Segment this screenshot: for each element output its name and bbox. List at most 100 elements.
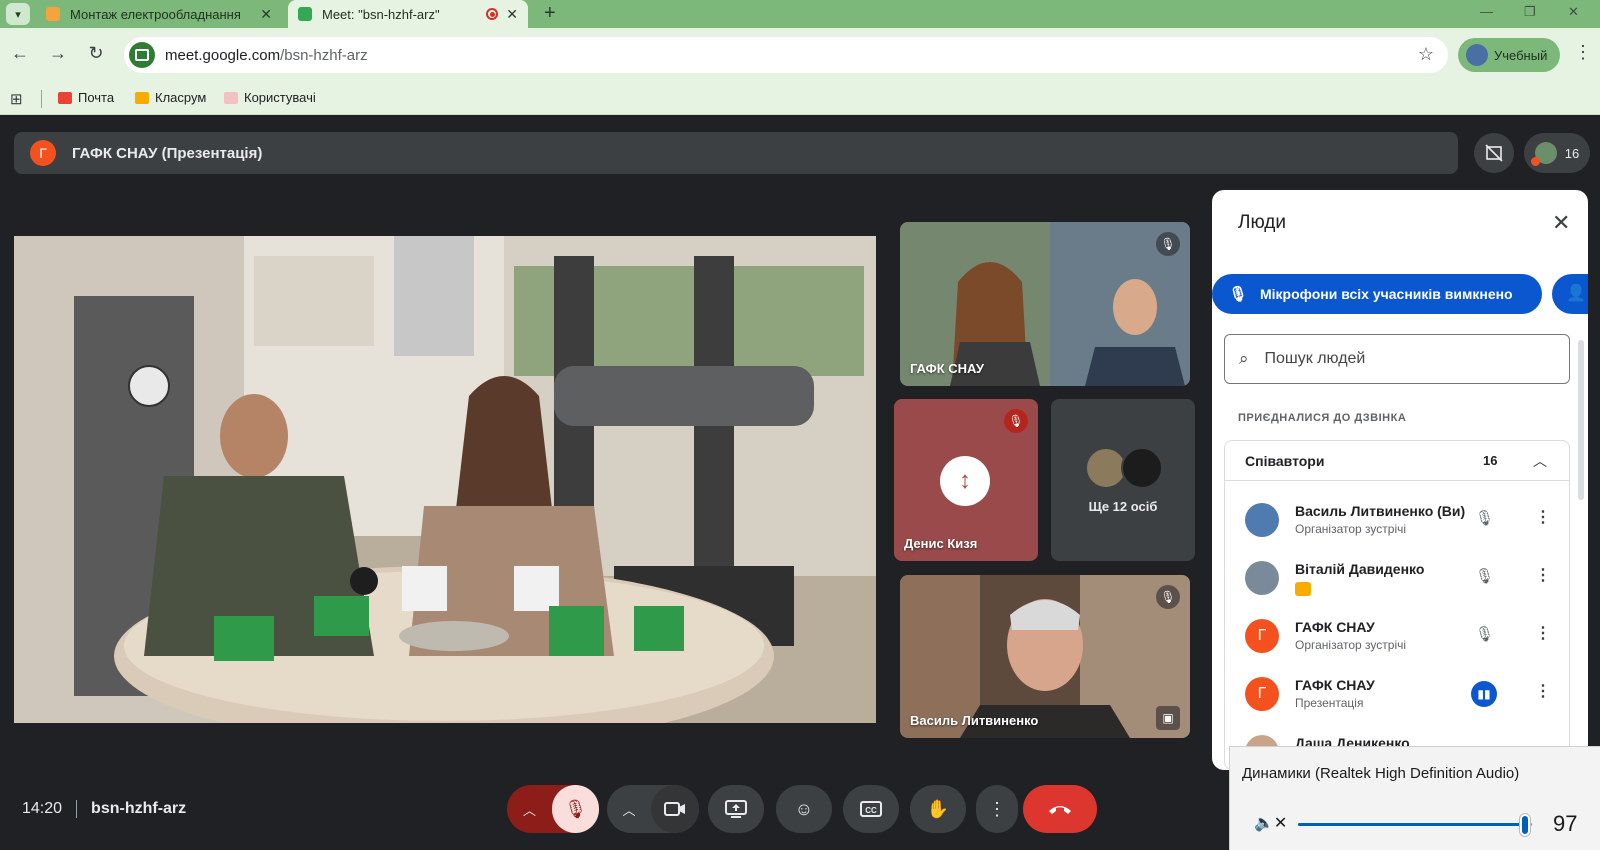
presentation-video [14,236,876,723]
present-screen-button[interactable] [708,785,764,833]
new-tab-button[interactable]: + [544,2,556,25]
browser-menu-icon[interactable]: ⋮ [1574,42,1592,63]
muted-mic-button[interactable]: 🎙 [552,785,599,833]
bookmark-klasrum[interactable]: Класрум [135,90,206,105]
restore-icon[interactable]: ❐ [1524,4,1536,20]
divider [76,800,78,818]
mic-options-chevron-icon[interactable]: ︿ [507,800,552,819]
meeting-time: 14:20 [22,800,63,817]
volume-value: 97 [1553,811,1578,836]
more-vert-icon: ⋮ [988,798,1006,819]
volume-flyout: Динамики (Realtek High Definition Audio)… [1229,746,1600,850]
volume-fill [1298,823,1525,826]
mute-all-button[interactable]: 🎙 Мікрофони всіх учасників вимкнено [1212,274,1542,314]
camera-control: ︿ [607,785,699,833]
address-bar[interactable]: meet.google.com/bsn-hzhf-arz ☆ [124,37,1448,73]
tab-strip: ▾ Монтаж електрообладнання ✕ Meet: "bsn-… [0,0,1600,28]
tile-vasyl[interactable]: 🎙 Василь Литвиненко ▣ [900,575,1190,738]
more-options-button[interactable]: ⋮ [976,785,1018,833]
scrollbar[interactable] [1578,340,1584,500]
back-icon[interactable]: ← [8,43,32,64]
more-options-icon[interactable]: ⋮ [1535,681,1551,701]
muted-mic-icon[interactable]: 🎙 [1475,625,1494,643]
meeting-code[interactable]: bsn-hzhf-arz [91,800,186,818]
profile-button[interactable]: Учебный [1458,38,1560,72]
tab-search-button[interactable]: ▾ [6,3,30,25]
avatar: ↕ [940,456,990,506]
hand-icon: ✋ [926,798,950,819]
tab-title: Meet: "bsn-hzhf-arz" [322,6,440,22]
close-icon[interactable]: ✕ [1552,210,1570,236]
tile-denys[interactable]: 🎙 ↕ Денис Кизя [894,399,1038,561]
panel-title: Люди [1238,212,1287,233]
camera-icon [664,802,685,816]
minimize-icon[interactable]: — [1480,4,1493,19]
presentation-banner: Г ГАФК СНАУ (Презентація) [14,132,1458,174]
captions-button[interactable]: CC [843,785,899,833]
section-header: ПРИЄДНАЛИСЯ ДО ДЗВІНКА [1238,412,1407,424]
more-options-icon[interactable]: ⋮ [1535,565,1551,585]
list-item[interactable]: Василь Литвиненко (Ви) Організатор зустр… [1225,491,1569,549]
reload-icon[interactable]: ↻ [84,43,108,64]
muted-mic-icon: 🎙 [1004,409,1028,433]
search-input[interactable]: ⌕ Пошук людей [1224,334,1570,384]
tab-meet[interactable]: Meet: "bsn-hzhf-arz" ✕ [288,0,528,28]
divider [41,90,42,108]
camera-button[interactable] [651,785,699,833]
close-tab-icon[interactable]: ✕ [260,6,272,23]
speaker-mute-icon[interactable]: 🔈✕ [1254,813,1287,833]
group-header[interactable]: Співавтори 16 ︿ [1225,441,1569,481]
presentation-title: ГАФК СНАУ (Презентація) [72,144,263,162]
close-tab-icon[interactable]: ✕ [506,6,518,23]
avatar [1530,142,1557,166]
volume-thumb[interactable] [1519,814,1530,836]
tile-gafk[interactable]: 🎙 ГАФК СНАУ [900,222,1190,386]
emoji-icon: ☺ [794,798,814,819]
tab-title: Монтаж електрообладнання [70,6,241,22]
search-placeholder: Пошук людей [1264,350,1366,367]
muted-mic-icon: 🎙 [1228,286,1248,303]
emoji-reaction-button[interactable]: ☺ [776,785,832,833]
muted-mic-icon: 🎙 [1156,585,1180,609]
chevron-up-icon[interactable]: ︿ [1533,451,1547,471]
participants-button[interactable]: 16 [1524,133,1590,173]
layout-off-button[interactable] [1474,133,1514,173]
list-item[interactable]: Г ГАФК СНАУ Організатор зустрічі 🎙 ⋮ [1225,607,1569,665]
site-info-icon[interactable] [129,42,155,68]
avatar: Г [1245,677,1279,711]
avatar: Г [1245,619,1279,653]
gmail-icon [58,91,72,104]
bookmark-star-icon[interactable]: ☆ [1418,44,1434,65]
profile-label: Учебный [1494,47,1548,63]
camera-options-chevron-icon[interactable]: ︿ [607,800,651,819]
grouped-avatars [1085,447,1169,491]
bookmarks-bar: ⊞ Почта Класрум Користувачі [0,82,1600,115]
list-item[interactable]: Віталій Давиденко 🎙 ⋮ [1225,549,1569,607]
search-icon: ⌕ [1239,349,1249,368]
more-options-icon[interactable]: ⋮ [1535,623,1551,643]
meeting-details: 14:20 bsn-hzhf-arz [22,800,186,818]
tile-more-people[interactable]: Ще 12 осіб [1051,399,1195,561]
mic-control: ︿ 🎙 [507,785,599,833]
presenting-badge-icon [1295,582,1311,596]
volume-slider[interactable] [1298,814,1532,836]
apps-grid-icon[interactable]: ⊞ [10,90,23,108]
tab-montazh[interactable]: Монтаж електрообладнання ✕ [36,0,282,28]
muted-mic-icon[interactable]: 🎙 [1475,567,1494,585]
bookmark-korystuvachi[interactable]: Користувачі [224,90,316,105]
audio-device-label[interactable]: Динамики (Realtek High Definition Audio) [1242,765,1519,782]
pin-to-window-icon[interactable]: ▣ [1156,706,1180,730]
speaking-icon: ▮▮ [1471,681,1497,707]
url-text: meet.google.com/bsn-hzhf-arz [165,46,368,64]
add-people-button[interactable]: 👤 [1552,274,1588,314]
list-item[interactable]: Г ГАФК СНАУ Презентація ▮▮ ⋮ [1225,665,1569,723]
more-options-icon[interactable]: ⋮ [1535,507,1551,527]
raise-hand-button[interactable]: ✋ [910,785,966,833]
bookmark-pochta[interactable]: Почта [58,90,114,105]
forward-icon[interactable]: → [46,43,70,64]
muted-mic-icon[interactable]: 🎙 [1475,509,1494,527]
leave-call-button[interactable] [1023,785,1097,833]
avatar [1245,561,1279,595]
close-window-icon[interactable]: ✕ [1568,4,1579,20]
recording-icon [486,8,499,20]
